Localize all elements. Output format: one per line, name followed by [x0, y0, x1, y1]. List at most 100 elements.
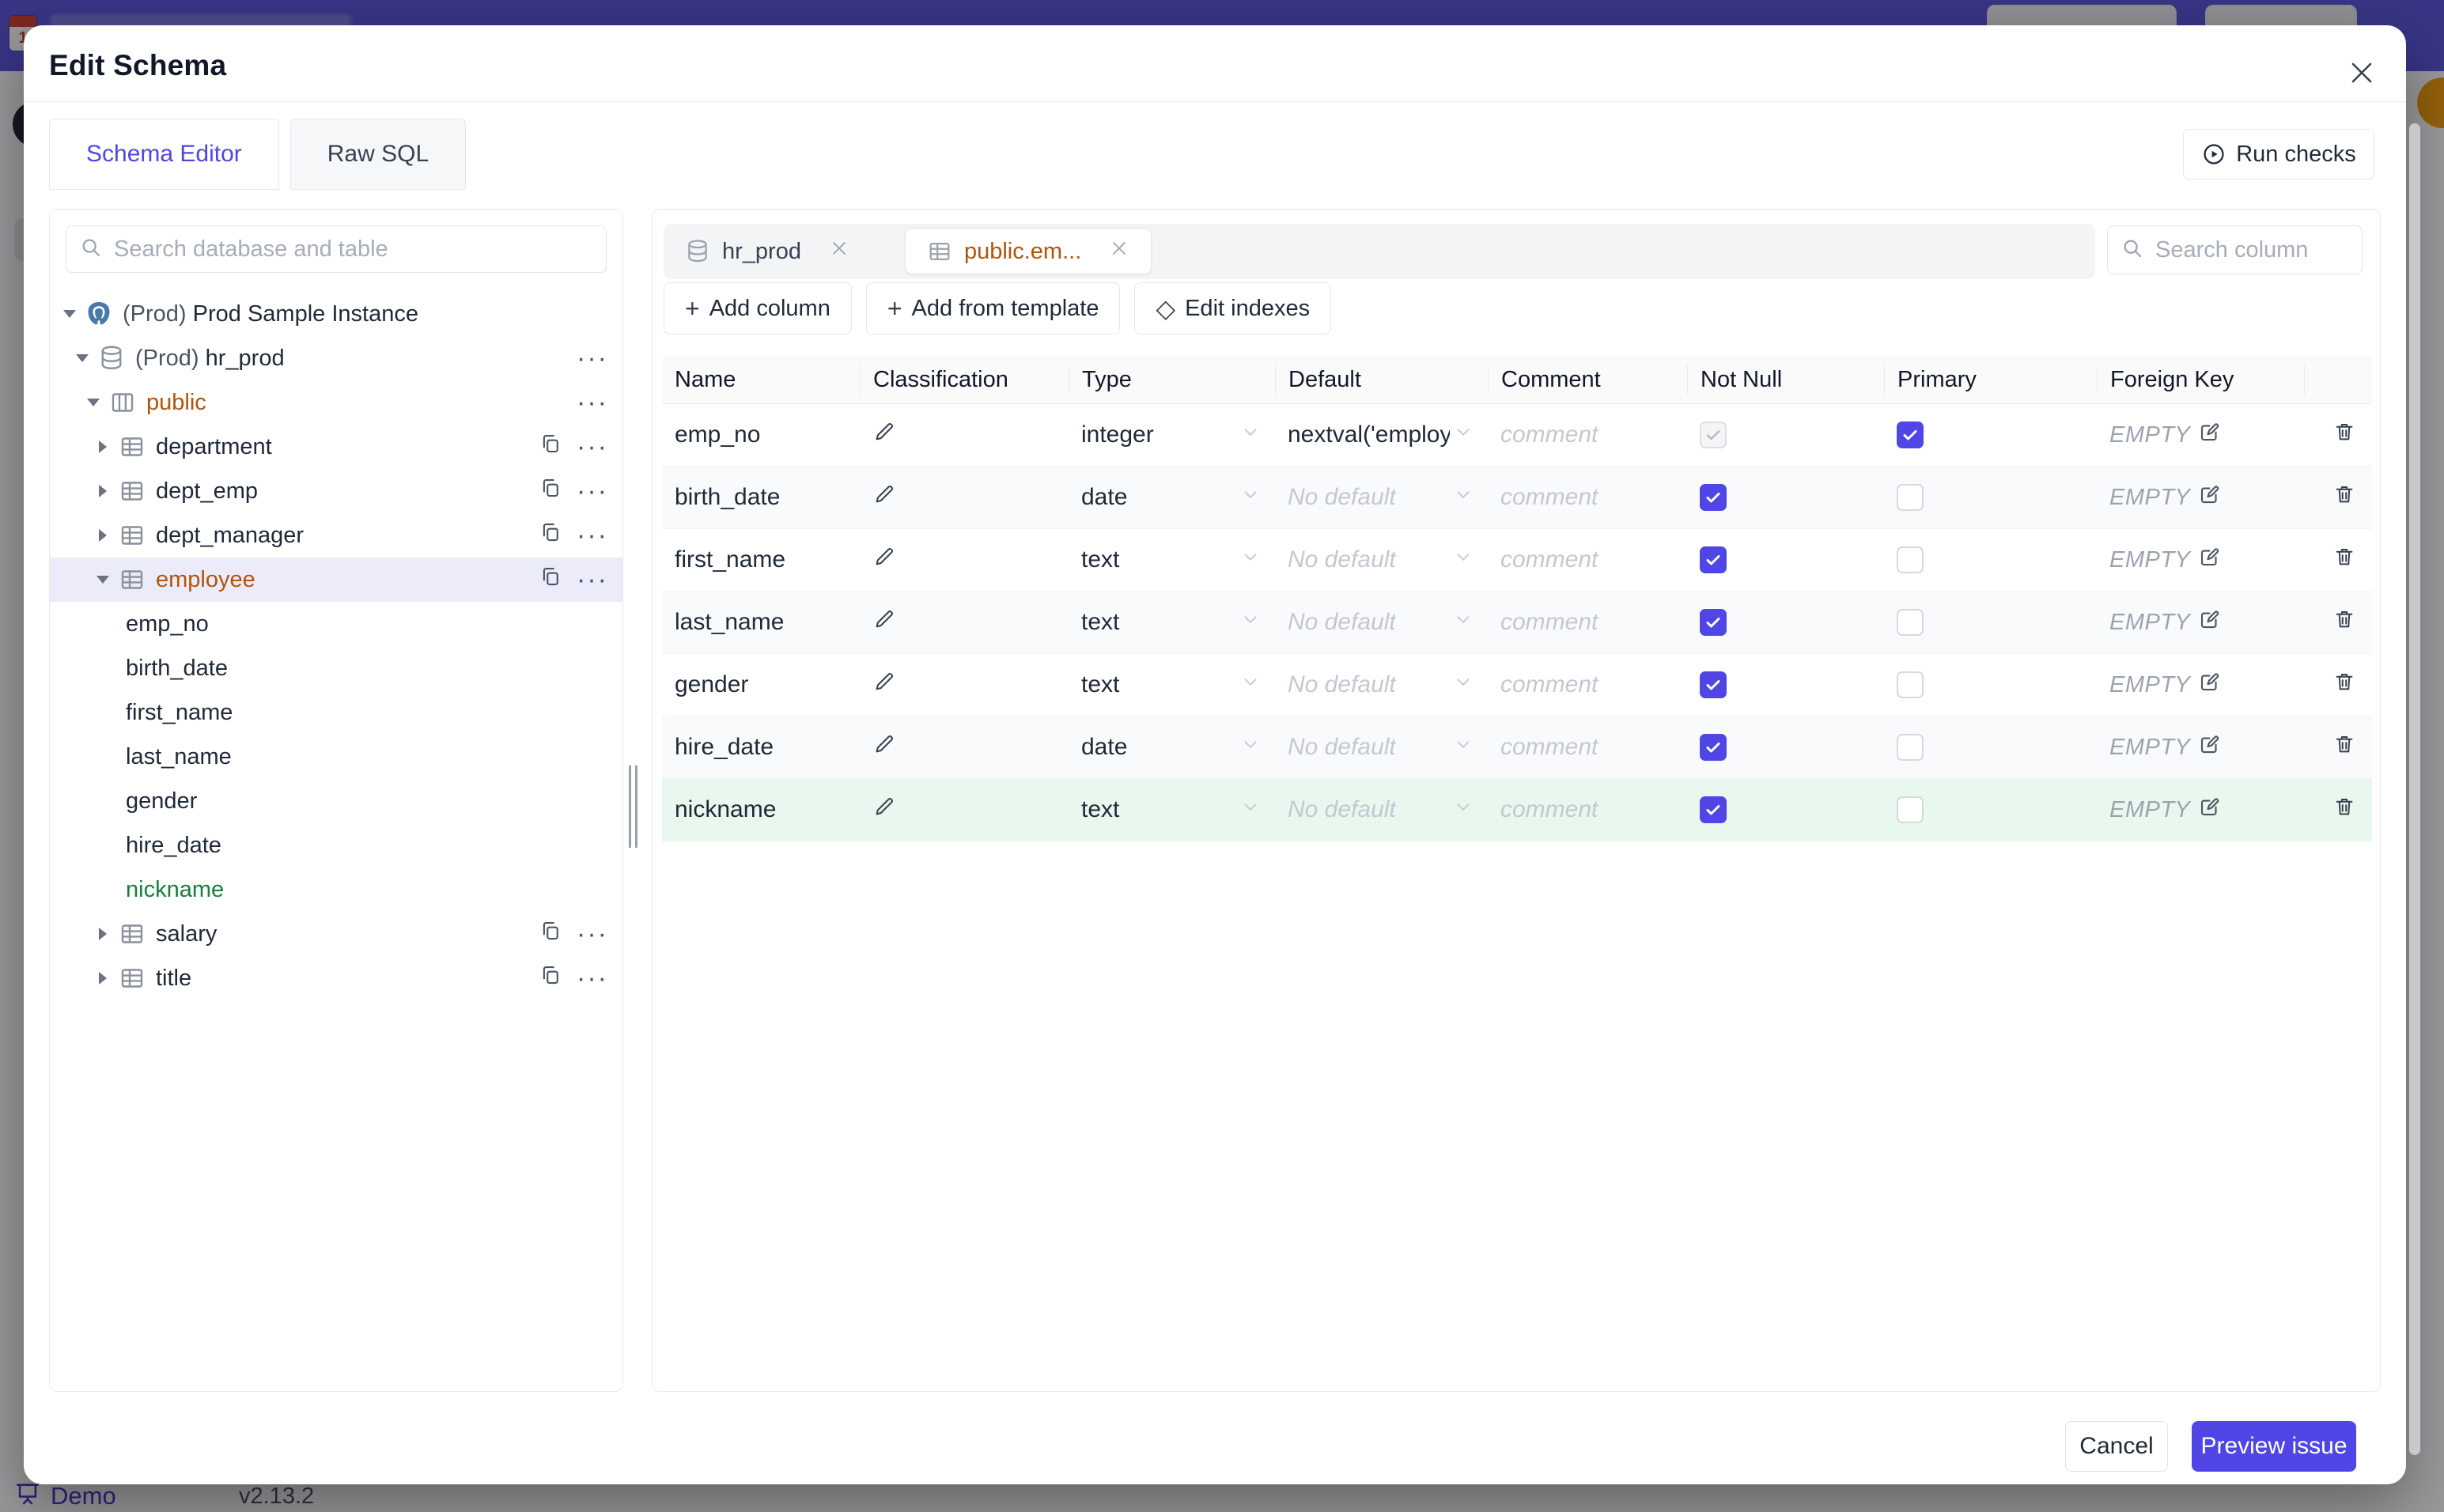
not-null-checkbox[interactable] — [1700, 546, 1727, 573]
tree-item-title[interactable]: title ··· — [50, 956, 622, 1000]
pencil-icon[interactable] — [872, 545, 896, 575]
not-null-checkbox[interactable] — [1700, 609, 1727, 636]
caret-right-icon[interactable] — [94, 928, 112, 940]
tree-item-department[interactable]: department ··· — [50, 425, 622, 469]
primary-checkbox[interactable] — [1897, 671, 1924, 698]
tree-item-dept_emp[interactable]: dept_emp ··· — [50, 469, 622, 513]
primary-checkbox[interactable] — [1897, 484, 1924, 511]
comment-input[interactable]: comment — [1500, 546, 1598, 573]
pencil-icon[interactable] — [872, 795, 896, 825]
caret-right-icon[interactable] — [94, 529, 112, 542]
close-icon[interactable] — [2344, 55, 2379, 90]
tree-item-employee[interactable]: employee ··· — [50, 558, 622, 602]
editor-tab-public-em-[interactable]: public.em... — [905, 229, 1152, 274]
default-cell[interactable]: No default — [1275, 546, 1488, 573]
type-cell[interactable]: text — [1069, 609, 1275, 636]
primary-checkbox[interactable] — [1897, 546, 1924, 573]
column-name[interactable]: birth_date — [675, 484, 780, 511]
not-null-checkbox[interactable] — [1700, 671, 1727, 698]
column-name[interactable]: gender — [675, 671, 748, 698]
type-cell[interactable]: date — [1069, 734, 1275, 761]
copy-icon[interactable] — [539, 565, 562, 595]
scrollbar[interactable] — [2409, 123, 2420, 1455]
not-null-checkbox[interactable] — [1700, 734, 1727, 761]
edit-foreign-key-icon[interactable] — [2198, 545, 2222, 575]
more-options-icon[interactable]: ··· — [577, 965, 608, 992]
editor-tab-hr-prod[interactable]: hr_prod — [664, 224, 871, 279]
tree-search-input[interactable] — [112, 235, 593, 263]
panel-resize-handle[interactable] — [629, 765, 641, 848]
tree-item-salary[interactable]: salary ··· — [50, 912, 622, 956]
add-column-button[interactable]: + Add column — [664, 282, 852, 335]
caret-down-icon[interactable] — [74, 354, 91, 362]
comment-input[interactable]: comment — [1500, 484, 1598, 511]
default-cell[interactable]: No default — [1275, 609, 1488, 636]
delete-column-icon[interactable] — [2332, 607, 2356, 637]
type-cell[interactable]: text — [1069, 546, 1275, 573]
default-cell[interactable]: No default — [1275, 671, 1488, 698]
more-options-icon[interactable]: ··· — [577, 345, 608, 372]
pencil-icon[interactable] — [872, 732, 896, 762]
comment-input[interactable]: comment — [1500, 796, 1598, 823]
edit-foreign-key-icon[interactable] — [2198, 482, 2222, 512]
delete-column-icon[interactable] — [2332, 545, 2356, 575]
edit-foreign-key-icon[interactable] — [2198, 607, 2222, 637]
edit-indexes-button[interactable]: ◇ Edit indexes — [1134, 282, 1332, 335]
type-cell[interactable]: integer — [1069, 421, 1275, 448]
more-options-icon[interactable]: ··· — [577, 389, 608, 416]
run-checks-button[interactable]: Run checks — [2183, 129, 2374, 180]
tree-item-emp_no[interactable]: emp_no — [50, 602, 622, 646]
pencil-icon[interactable] — [872, 670, 896, 700]
copy-icon[interactable] — [539, 520, 562, 550]
type-cell[interactable]: date — [1069, 484, 1275, 511]
type-cell[interactable]: text — [1069, 671, 1275, 698]
pencil-icon[interactable] — [872, 420, 896, 450]
delete-column-icon[interactable] — [2332, 420, 2356, 450]
tree-item-birth_date[interactable]: birth_date — [50, 646, 622, 690]
default-cell[interactable]: nextval('employ — [1275, 421, 1488, 448]
tree-item-public[interactable]: public ··· — [50, 380, 622, 425]
caret-right-icon[interactable] — [94, 485, 112, 497]
copy-icon[interactable] — [539, 476, 562, 506]
copy-icon[interactable] — [539, 919, 562, 949]
delete-column-icon[interactable] — [2332, 732, 2356, 762]
primary-checkbox[interactable] — [1897, 734, 1924, 761]
tab-schema-editor[interactable]: Schema Editor — [49, 119, 279, 190]
close-tab-icon[interactable] — [1108, 237, 1130, 266]
tree-item-prod sample instance[interactable]: (Prod) Prod Sample Instance — [50, 292, 622, 336]
caret-down-icon[interactable] — [61, 310, 78, 318]
caret-right-icon[interactable] — [94, 972, 112, 985]
tree-item-first_name[interactable]: first_name — [50, 690, 622, 735]
column-name[interactable]: nickname — [675, 796, 776, 823]
not-null-checkbox[interactable] — [1700, 484, 1727, 511]
more-options-icon[interactable]: ··· — [577, 920, 608, 947]
not-null-checkbox[interactable] — [1700, 796, 1727, 823]
default-cell[interactable]: No default — [1275, 734, 1488, 761]
more-options-icon[interactable]: ··· — [577, 566, 608, 593]
default-cell[interactable]: No default — [1275, 484, 1488, 511]
more-options-icon[interactable]: ··· — [577, 522, 608, 549]
edit-foreign-key-icon[interactable] — [2198, 670, 2222, 700]
pencil-icon[interactable] — [872, 607, 896, 637]
primary-checkbox[interactable] — [1897, 609, 1924, 636]
copy-icon[interactable] — [539, 963, 562, 993]
column-name[interactable]: hire_date — [675, 734, 774, 761]
edit-foreign-key-icon[interactable] — [2198, 732, 2222, 762]
column-name[interactable]: emp_no — [675, 421, 760, 448]
copy-icon[interactable] — [539, 432, 562, 462]
type-cell[interactable]: text — [1069, 796, 1275, 823]
more-options-icon[interactable]: ··· — [577, 478, 608, 505]
delete-column-icon[interactable] — [2332, 670, 2356, 700]
comment-input[interactable]: comment — [1500, 609, 1598, 636]
tree-item-nickname[interactable]: nickname — [50, 868, 622, 912]
tree-item-hr_prod[interactable]: (Prod) hr_prod ··· — [50, 336, 622, 380]
tree-item-dept_manager[interactable]: dept_manager ··· — [50, 513, 622, 558]
primary-checkbox[interactable] — [1897, 796, 1924, 823]
caret-down-icon[interactable] — [85, 399, 102, 406]
add-from-template-button[interactable]: + Add from template — [865, 282, 1121, 335]
column-name[interactable]: first_name — [675, 546, 785, 573]
tab-raw-sql[interactable]: Raw SQL — [289, 119, 467, 190]
pencil-icon[interactable] — [872, 482, 896, 512]
cancel-button[interactable]: Cancel — [2065, 1421, 2168, 1472]
comment-input[interactable]: comment — [1500, 734, 1598, 761]
